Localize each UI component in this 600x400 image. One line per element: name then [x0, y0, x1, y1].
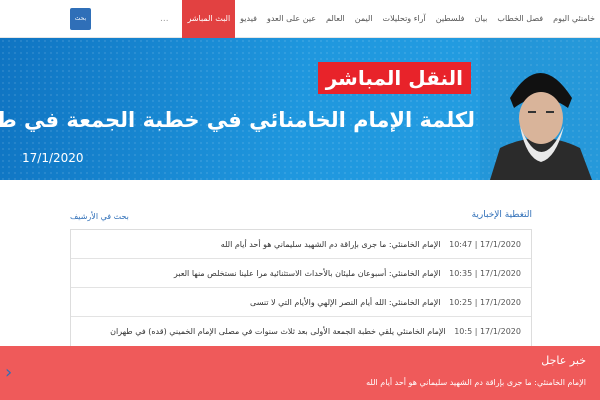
nav-item-enemy-watch[interactable]: عين على العدو — [262, 0, 321, 38]
nav-items: خامنئي اليوم فصل الخطاب بيان فلسطين آراء… — [182, 0, 600, 38]
hero-banner[interactable]: النقل المباشر لكلمة الإمام الخامنائي في … — [0, 38, 600, 180]
feed-row-text: الإمام الخامنئي: أسبوعان مليئان بالأحداث… — [173, 269, 441, 278]
chevron-right-icon[interactable]: › — [5, 364, 12, 382]
feed-row-time: 17/1/2020 | 10:47 — [449, 240, 521, 249]
nav-item-yemen[interactable]: اليمن — [350, 0, 378, 38]
feed-row[interactable]: 17/1/2020 | 10:35 الإمام الخامنئي: أسبوع… — [71, 259, 531, 288]
breaking-news-bar[interactable]: خبر عاجل الإمام الخامنئي: ما جرى بإراقة … — [0, 346, 600, 400]
live-label: النقل المباشر — [317, 62, 471, 94]
nav-item-opinions[interactable]: آراء وتحليلات — [378, 0, 431, 38]
feed-row-time: 17/1/2020 | 10:35 — [449, 269, 521, 278]
feed-row-text: الإمام الخامنئي: الله أيام النصر الإلهي … — [250, 298, 441, 307]
breaking-news-text: الإمام الخامنئي: ما جرى بإراقة دم الشهيد… — [366, 378, 586, 387]
nav-item-world[interactable]: العالم — [321, 0, 350, 38]
feed-row-time: 17/1/2020 | 10:5 — [454, 327, 521, 336]
archive-search-link[interactable]: بحث في الأرشيف — [70, 212, 129, 221]
feed-row-time: 17/1/2020 | 10:25 — [449, 298, 521, 307]
nav-item-khamenei-today[interactable]: خامنئي اليوم — [548, 0, 600, 38]
breaking-news-title: خبر عاجل — [541, 354, 586, 367]
feed-row[interactable]: 17/1/2020 | 10:5 الإمام الخامنئي يلقي خط… — [71, 317, 531, 346]
nav-more[interactable]: ... — [160, 0, 169, 38]
news-feed: 17/1/2020 | 10:47 الإمام الخامنئي: ما جر… — [70, 229, 532, 347]
coverage-title: التغطية الإخبارية — [471, 210, 532, 220]
hero-date: 17/1/2020 — [22, 151, 84, 165]
search-button[interactable]: بحث — [70, 8, 91, 30]
nav-item-fasl-alkhitab[interactable]: فصل الخطاب — [492, 0, 548, 38]
hero-title: لكلمة الإمام الخامنائي في خطبة الجمعة في… — [0, 108, 475, 132]
nav-item-palestine[interactable]: فلسطين — [431, 0, 470, 38]
top-navigation: خامنئي اليوم فصل الخطاب بيان فلسطين آراء… — [0, 0, 600, 38]
nav-item-live[interactable]: البث المباشر — [182, 0, 236, 38]
feed-row-text: الإمام الخامنئي: ما جرى بإراقة دم الشهيد… — [220, 240, 441, 249]
nav-item-video[interactable]: فيديو — [235, 0, 262, 38]
feed-row[interactable]: 17/1/2020 | 10:47 الإمام الخامنئي: ما جر… — [71, 230, 531, 259]
nav-item-bayan[interactable]: بيان — [469, 0, 492, 38]
portrait-image — [480, 38, 600, 180]
feed-row-text: الإمام الخامنئي يلقي خطبة الجمعة الأولى … — [110, 327, 446, 336]
feed-row[interactable]: 17/1/2020 | 10:25 الإمام الخامنئي: الله … — [71, 288, 531, 317]
